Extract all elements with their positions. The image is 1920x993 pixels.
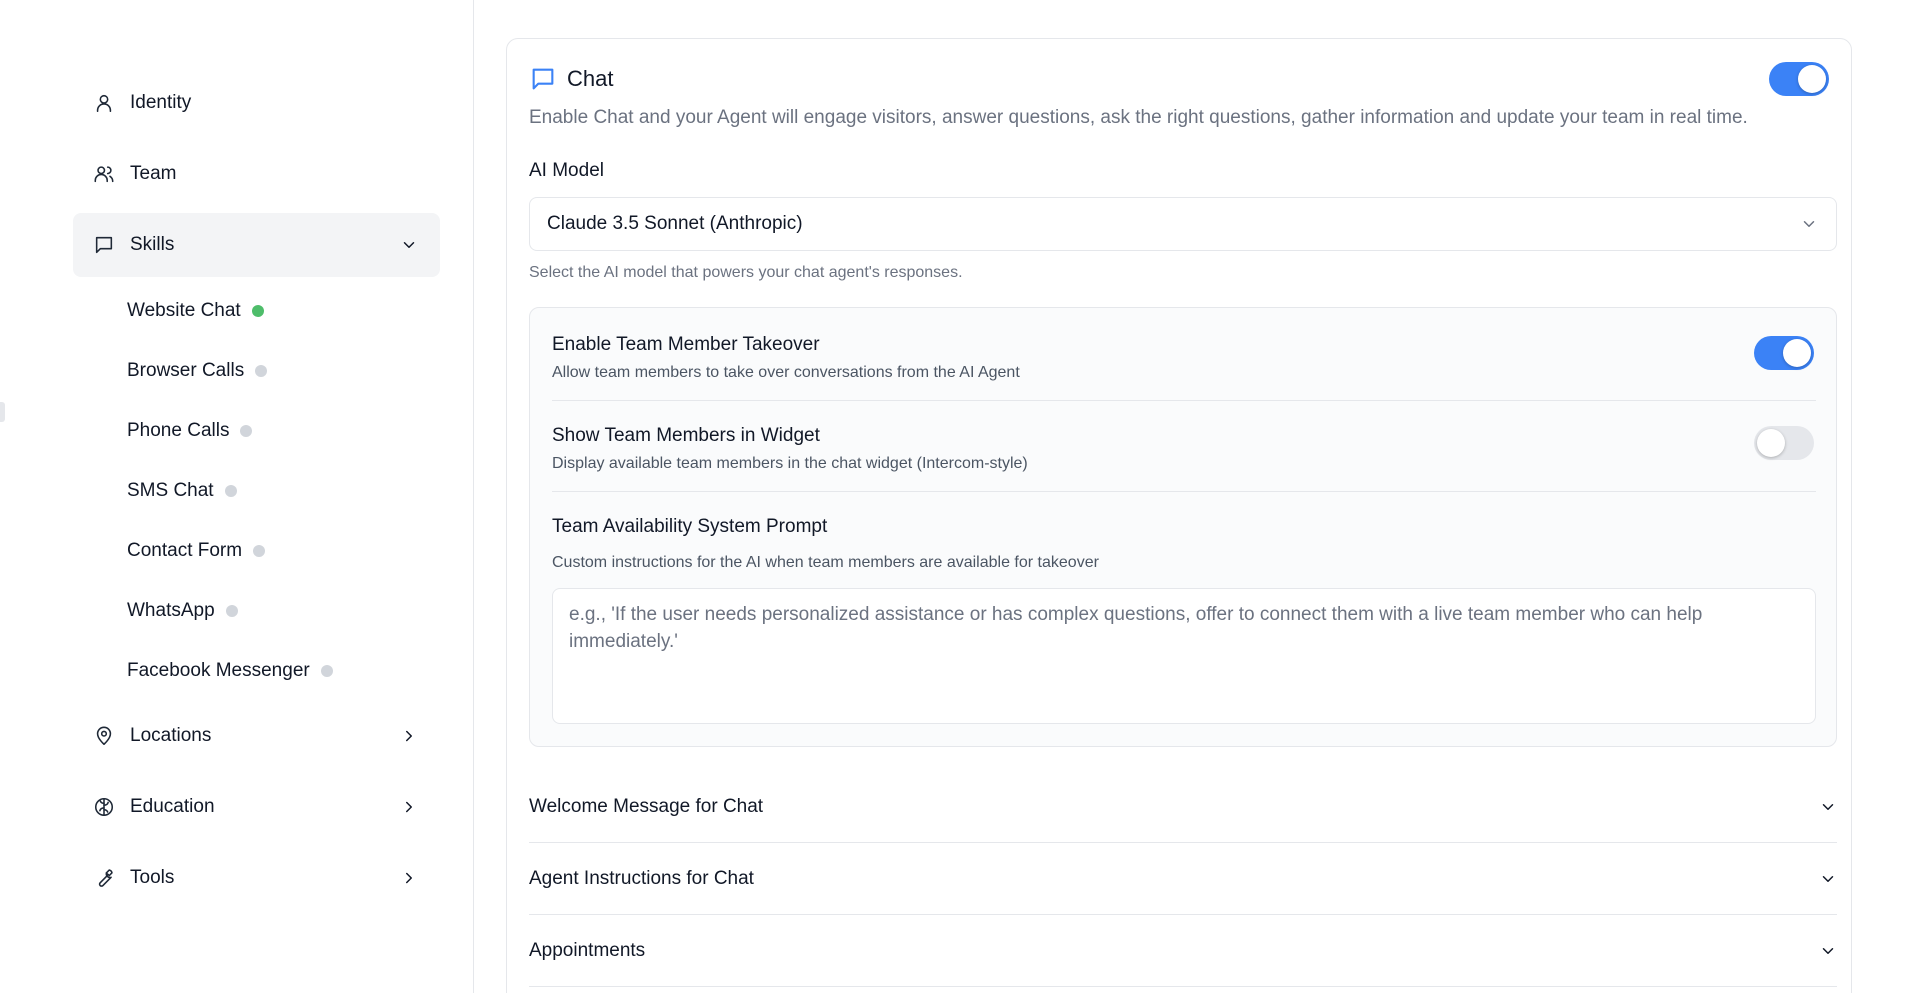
skill-item-label: Facebook Messenger — [127, 660, 310, 681]
accordion-label: Appointments — [529, 939, 646, 961]
status-dot — [253, 545, 266, 557]
prompt-title: Team Availability System Prompt — [552, 516, 828, 537]
status-dot — [251, 305, 264, 317]
skill-item-label: SMS Chat — [127, 480, 214, 501]
toggle-knob — [1783, 339, 1811, 367]
chat-header: Chat — [529, 65, 613, 93]
divider — [552, 400, 1816, 401]
ai-model-label: AI Model — [529, 160, 604, 181]
skill-item-label: Phone Calls — [127, 420, 230, 441]
chevron-down-icon — [400, 236, 418, 254]
sidebar-item-label: Team — [130, 163, 177, 184]
sidebar: Identity Team Skills Website Chat Browse… — [0, 0, 474, 993]
ai-model-help: Select the AI model that powers your cha… — [529, 264, 963, 281]
chat-title: Chat — [567, 66, 614, 91]
accordion-appointments[interactable]: Appointments — [529, 915, 1837, 987]
sidebar-item-tools[interactable]: Tools — [73, 846, 440, 910]
status-dot — [320, 665, 333, 677]
prompt-textarea[interactable] — [552, 588, 1816, 724]
sidebar-item-locations[interactable]: Locations — [73, 704, 440, 768]
chevron-right-icon — [400, 727, 418, 745]
show-team-title: Show Team Members in Widget — [552, 425, 820, 446]
map-pin-icon — [93, 725, 115, 747]
chevron-down-icon — [1800, 215, 1818, 233]
takeover-toggle[interactable] — [1754, 336, 1814, 370]
chevron-right-icon — [400, 869, 418, 887]
skill-item-phone-calls[interactable]: Phone Calls — [127, 417, 253, 445]
skill-item-sms-chat[interactable]: SMS Chat — [127, 477, 237, 505]
sidebar-item-skills[interactable]: Skills — [73, 213, 440, 277]
ai-model-select[interactable]: Claude 3.5 Sonnet (Anthropic) — [529, 197, 1837, 251]
accordion-welcome-message[interactable]: Welcome Message for Chat — [529, 771, 1837, 843]
brain-icon — [93, 796, 115, 818]
chevron-down-icon — [1819, 870, 1837, 888]
skill-item-browser-calls[interactable]: Browser Calls — [127, 357, 268, 385]
message-square-icon — [93, 234, 115, 256]
sidebar-item-education[interactable]: Education — [73, 775, 440, 839]
status-dot — [240, 425, 253, 437]
accordion-label: Welcome Message for Chat — [529, 795, 764, 817]
takeover-description: Allow team members to take over conversa… — [552, 364, 1020, 381]
sidebar-item-label: Locations — [130, 725, 212, 746]
chat-description: Enable Chat and your Agent will engage v… — [529, 107, 1748, 128]
toggle-knob — [1757, 429, 1785, 457]
edge-handle[interactable] — [0, 402, 5, 422]
sidebar-item-label: Skills — [130, 234, 175, 255]
team-settings-panel: Enable Team Member Takeover Allow team m… — [529, 307, 1837, 747]
wrench-icon — [93, 867, 115, 889]
sidebar-item-label: Identity — [130, 92, 192, 113]
sidebar-item-label: Education — [130, 796, 215, 817]
skill-item-contact-form[interactable]: Contact Form — [127, 537, 266, 565]
ai-model-value: Claude 3.5 Sonnet (Anthropic) — [547, 213, 803, 234]
skill-item-label: Browser Calls — [127, 360, 245, 381]
message-square-icon — [532, 68, 554, 90]
sidebar-item-identity[interactable]: Identity — [73, 71, 440, 135]
show-team-toggle[interactable] — [1754, 426, 1814, 460]
sidebar-item-team[interactable]: Team — [73, 142, 440, 206]
show-team-description: Display available team members in the ch… — [552, 455, 1028, 472]
chevron-right-icon — [400, 798, 418, 816]
divider — [552, 491, 1816, 492]
chevron-down-icon — [1819, 798, 1837, 816]
accordion-label: Agent Instructions for Chat — [529, 867, 754, 889]
skill-item-label: WhatsApp — [127, 600, 215, 621]
accordion-agent-instructions[interactable]: Agent Instructions for Chat — [529, 843, 1837, 915]
sidebar-item-label: Tools — [130, 867, 175, 888]
status-dot — [255, 365, 268, 377]
status-dot — [225, 605, 238, 617]
skill-item-label: Contact Form — [127, 540, 243, 561]
prompt-description: Custom instructions for the AI when team… — [552, 554, 1099, 571]
status-dot — [224, 485, 237, 497]
skill-item-whatsapp[interactable]: WhatsApp — [127, 597, 238, 625]
users-icon — [93, 163, 115, 185]
user-icon — [93, 92, 115, 114]
takeover-title: Enable Team Member Takeover — [552, 334, 820, 355]
chevron-down-icon — [1819, 942, 1837, 960]
skill-item-facebook-messenger[interactable]: Facebook Messenger — [127, 657, 333, 685]
skill-item-website-chat[interactable]: Website Chat — [127, 297, 264, 325]
toggle-knob — [1798, 65, 1826, 93]
chat-settings-card: Chat Enable Chat and your Agent will eng… — [506, 38, 1852, 993]
skill-item-label: Website Chat — [127, 300, 241, 321]
chat-enable-toggle[interactable] — [1769, 62, 1829, 96]
